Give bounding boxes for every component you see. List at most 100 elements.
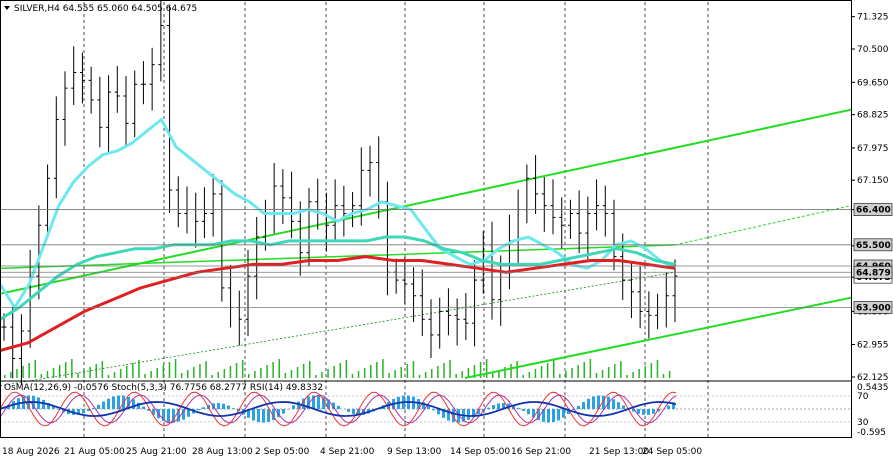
y-tick-label: 69.650 xyxy=(857,78,889,88)
volume-bar xyxy=(492,373,494,378)
osma-bar xyxy=(42,399,45,409)
y-tick-label: 62.125 xyxy=(857,373,889,383)
volume-bar xyxy=(607,367,610,378)
osma-bar xyxy=(257,409,260,423)
osma-bar xyxy=(267,409,270,422)
volume-bar xyxy=(65,362,67,378)
volume-bar xyxy=(16,369,18,378)
volume-bar xyxy=(113,372,116,378)
volume-bar xyxy=(534,369,537,378)
silver-h4-chart: 71.325 70.500 69.650 68.825 67.975 67.150 66.4… xyxy=(0,0,893,457)
volume-bar xyxy=(406,364,409,378)
osma-bar xyxy=(262,409,265,423)
volume-bar xyxy=(571,368,573,378)
osma-bar xyxy=(142,406,145,409)
osma-bar xyxy=(252,409,255,421)
x-tick-label: 24 Sep 05:00 xyxy=(642,447,702,457)
volume-bar xyxy=(565,371,567,378)
price-bars xyxy=(1,0,678,385)
volume-bar xyxy=(46,371,49,378)
level-tags: 66.40065.50064.96064.67564.87963.900 xyxy=(853,203,893,314)
volume-bar xyxy=(455,374,457,378)
volume-bar xyxy=(296,367,299,378)
price-axis: 71.325 70.500 69.650 68.825 67.975 67.150 66.4… xyxy=(851,13,889,438)
osma-bar xyxy=(292,405,295,409)
volume-bar xyxy=(229,366,232,378)
x-tick-label: 2 Sep 05:00 xyxy=(255,447,310,457)
volume-bar xyxy=(363,368,366,378)
volume-bar xyxy=(205,361,207,378)
volume-bar xyxy=(333,366,335,378)
y-tick-label: 67.150 xyxy=(857,176,889,186)
volume-bar xyxy=(309,361,311,378)
volume-bar xyxy=(180,373,183,378)
volume-bar xyxy=(235,363,238,378)
osma-bar xyxy=(117,395,120,409)
volume-bar xyxy=(315,375,317,378)
osma-bar xyxy=(587,398,590,409)
volume-bar xyxy=(10,372,12,378)
volume-bar xyxy=(528,372,531,378)
volume-bar xyxy=(95,364,97,378)
x-tick-label: 25 Aug 21:00 xyxy=(126,447,187,457)
volume-bar xyxy=(376,362,378,378)
symbol-menu-icon[interactable] xyxy=(4,6,10,10)
volume-bar xyxy=(4,375,6,378)
y-tick-label: 62.955 xyxy=(857,341,889,351)
volume-bar xyxy=(144,374,146,378)
osma-bar xyxy=(287,409,290,410)
volume-bar xyxy=(510,364,512,378)
level-tag-label: 65.500 xyxy=(856,241,891,251)
osma-bar xyxy=(467,409,470,420)
volume-bar xyxy=(595,373,598,378)
channel-mid-extension xyxy=(674,205,852,246)
osma-bar xyxy=(642,409,645,415)
osma-bar xyxy=(232,408,235,409)
volume-bar xyxy=(119,369,122,378)
osma-bar xyxy=(592,396,595,409)
volume-bar xyxy=(254,371,256,378)
volume-bar xyxy=(650,363,653,378)
level-tag-label: 66.400 xyxy=(856,206,891,216)
volume-bar xyxy=(583,362,585,378)
volume-bar xyxy=(626,375,628,378)
osma-y-tick-label: 30 xyxy=(857,418,869,428)
osma-bar xyxy=(617,402,620,409)
volume-bar xyxy=(589,359,592,378)
osma-bar xyxy=(622,405,625,409)
osma-bar xyxy=(487,407,490,409)
osma-bar xyxy=(552,409,555,423)
volume-bar xyxy=(126,366,128,378)
volume-bar xyxy=(193,367,195,378)
channel-base-line xyxy=(0,271,676,387)
volume-bar xyxy=(656,360,659,378)
volume-bar xyxy=(77,373,79,378)
osma-bar xyxy=(497,403,500,409)
volume-bar xyxy=(553,360,555,378)
volume-bar xyxy=(162,365,165,378)
osma-bar xyxy=(97,404,100,409)
osma-y-tick-label: 70 xyxy=(857,392,869,402)
osma-bar xyxy=(667,405,670,409)
osma-y-tick-label: -0.595 xyxy=(857,428,886,438)
volume-bar xyxy=(449,360,451,378)
x-tick-label: 21 Sep 13:00 xyxy=(589,447,649,457)
volume-bar xyxy=(199,364,201,378)
volume-bar xyxy=(546,363,549,378)
osma-bar xyxy=(427,406,430,409)
volume-bar xyxy=(132,363,134,378)
osma-bar xyxy=(102,401,105,409)
volume-bar xyxy=(345,360,348,378)
x-tick-label: 16 Sep 21:00 xyxy=(511,447,571,457)
volume-bar xyxy=(223,369,226,378)
ma-line-0 xyxy=(0,118,676,309)
osma-bar xyxy=(527,409,530,415)
volume-bar xyxy=(278,359,280,378)
volume-bar xyxy=(461,371,463,378)
osma-bar xyxy=(112,396,115,409)
plot-border xyxy=(0,0,852,438)
volume-bar xyxy=(400,367,402,378)
volume-bar xyxy=(443,363,445,378)
volume-bar xyxy=(431,369,433,378)
time-axis: 18 Aug 2026 21 Aug 05:00 25 Aug 21:00 28 Au… xyxy=(2,447,702,457)
